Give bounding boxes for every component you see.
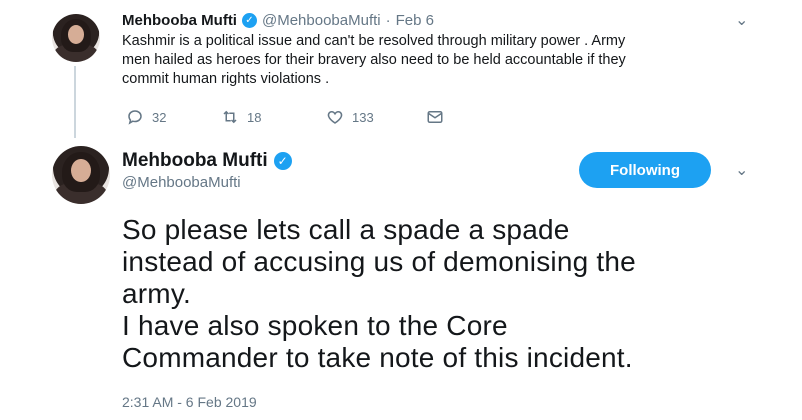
verified-icon: ✓ (273, 152, 292, 170)
tweet-text-line: Commander to take note of this incident. (122, 342, 633, 373)
message-icon (427, 111, 443, 123)
tweet-text-line: men hailed as heroes for their bravery a… (122, 52, 626, 68)
verified-icon: ✓ (241, 13, 257, 28)
tweet-text-line: I have also spoken to the Core (122, 310, 508, 341)
reply-count: 32 (152, 109, 167, 125)
chevron-down-icon[interactable]: ⌄ (735, 160, 748, 180)
tweet-text-line: So please lets call a spade a spade (122, 214, 570, 245)
chevron-down-icon[interactable]: ⌄ (735, 10, 748, 30)
tweet-date[interactable]: Feb 6 (396, 12, 434, 29)
tweet-header: Mehbooba Mufti ✓ @MehboobaMufti · Feb 6 (122, 12, 434, 29)
thread-line (74, 66, 76, 138)
reply-icon (128, 110, 142, 125)
like-icon (327, 110, 343, 124)
author-name[interactable]: Mehbooba Mufti (122, 150, 268, 172)
reply-button[interactable]: 32 (126, 108, 221, 126)
avatar[interactable] (52, 14, 100, 62)
like-count: 133 (352, 109, 374, 125)
following-button[interactable]: Following (579, 152, 711, 188)
tweet-actions: 32 18 133 (126, 108, 444, 126)
tweet-text-line: commit human rights violations . (122, 71, 330, 87)
author-name-row: Mehbooba Mufti ✓ (122, 150, 292, 172)
tweet-text: Kashmir is a political issue and can't b… (122, 32, 742, 89)
author-handle[interactable]: @MehboobaMufti (262, 12, 381, 29)
tweet-timestamp[interactable]: 2:31 AM - 6 Feb 2019 (122, 394, 257, 410)
tweet-text-line: instead of accusing us of demonising the (122, 246, 636, 277)
author-name[interactable]: Mehbooba Mufti (122, 12, 237, 29)
retweet-button[interactable]: 18 (221, 108, 326, 126)
retweet-icon (223, 110, 237, 124)
like-button[interactable]: 133 (326, 108, 426, 126)
tweet-text-line: army. (122, 278, 191, 309)
author-handle[interactable]: @MehboobaMufti (122, 174, 241, 191)
separator: · (385, 12, 391, 29)
avatar[interactable] (52, 146, 110, 204)
tweet-text: So please lets call a spade a spade inst… (122, 214, 782, 374)
message-button[interactable] (426, 108, 444, 126)
retweet-count: 18 (247, 109, 262, 125)
tweet-text-line: Kashmir is a political issue and can't b… (122, 33, 626, 49)
